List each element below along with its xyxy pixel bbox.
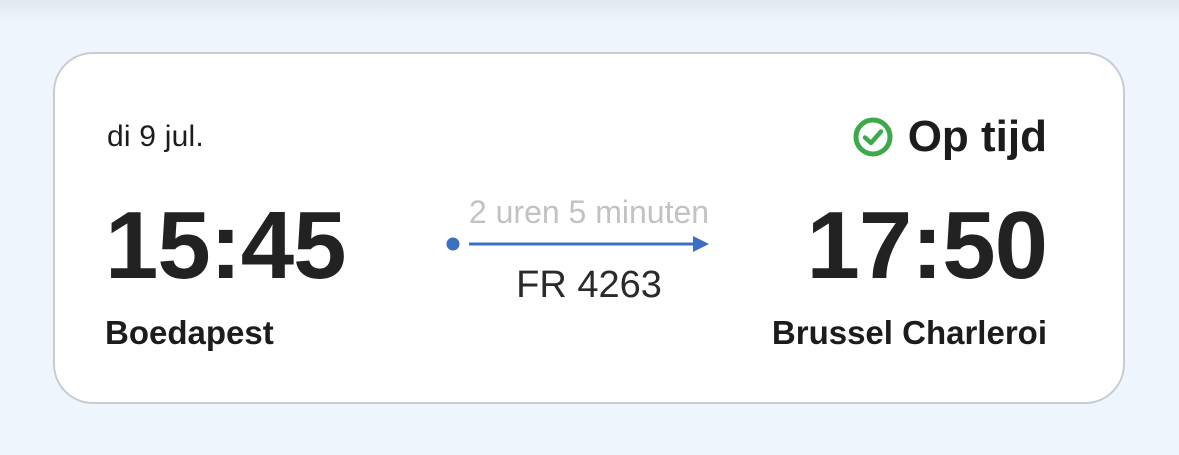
flight-status: Op tijd: [852, 112, 1047, 162]
arrival-time: 17:50: [806, 192, 1048, 299]
flight-duration: 2 uren 5 minuten: [468, 194, 710, 230]
flight-card[interactable]: di 9 jul. Op tijd 15:45 Boedapest 2 uren…: [53, 52, 1125, 404]
route-arrow-icon: [446, 236, 709, 252]
departure-time: 15:45: [105, 192, 347, 299]
header-shadow: [0, 0, 1179, 22]
flight-date: di 9 jul.: [107, 120, 204, 153]
check-circle-icon: [853, 117, 893, 157]
arrival-city: Brussel Charleroi: [771, 314, 1047, 351]
departure-city: Boedapest: [105, 314, 274, 351]
status-label: Op tijd: [907, 112, 1047, 161]
flight-number: FR 4263: [516, 264, 662, 306]
